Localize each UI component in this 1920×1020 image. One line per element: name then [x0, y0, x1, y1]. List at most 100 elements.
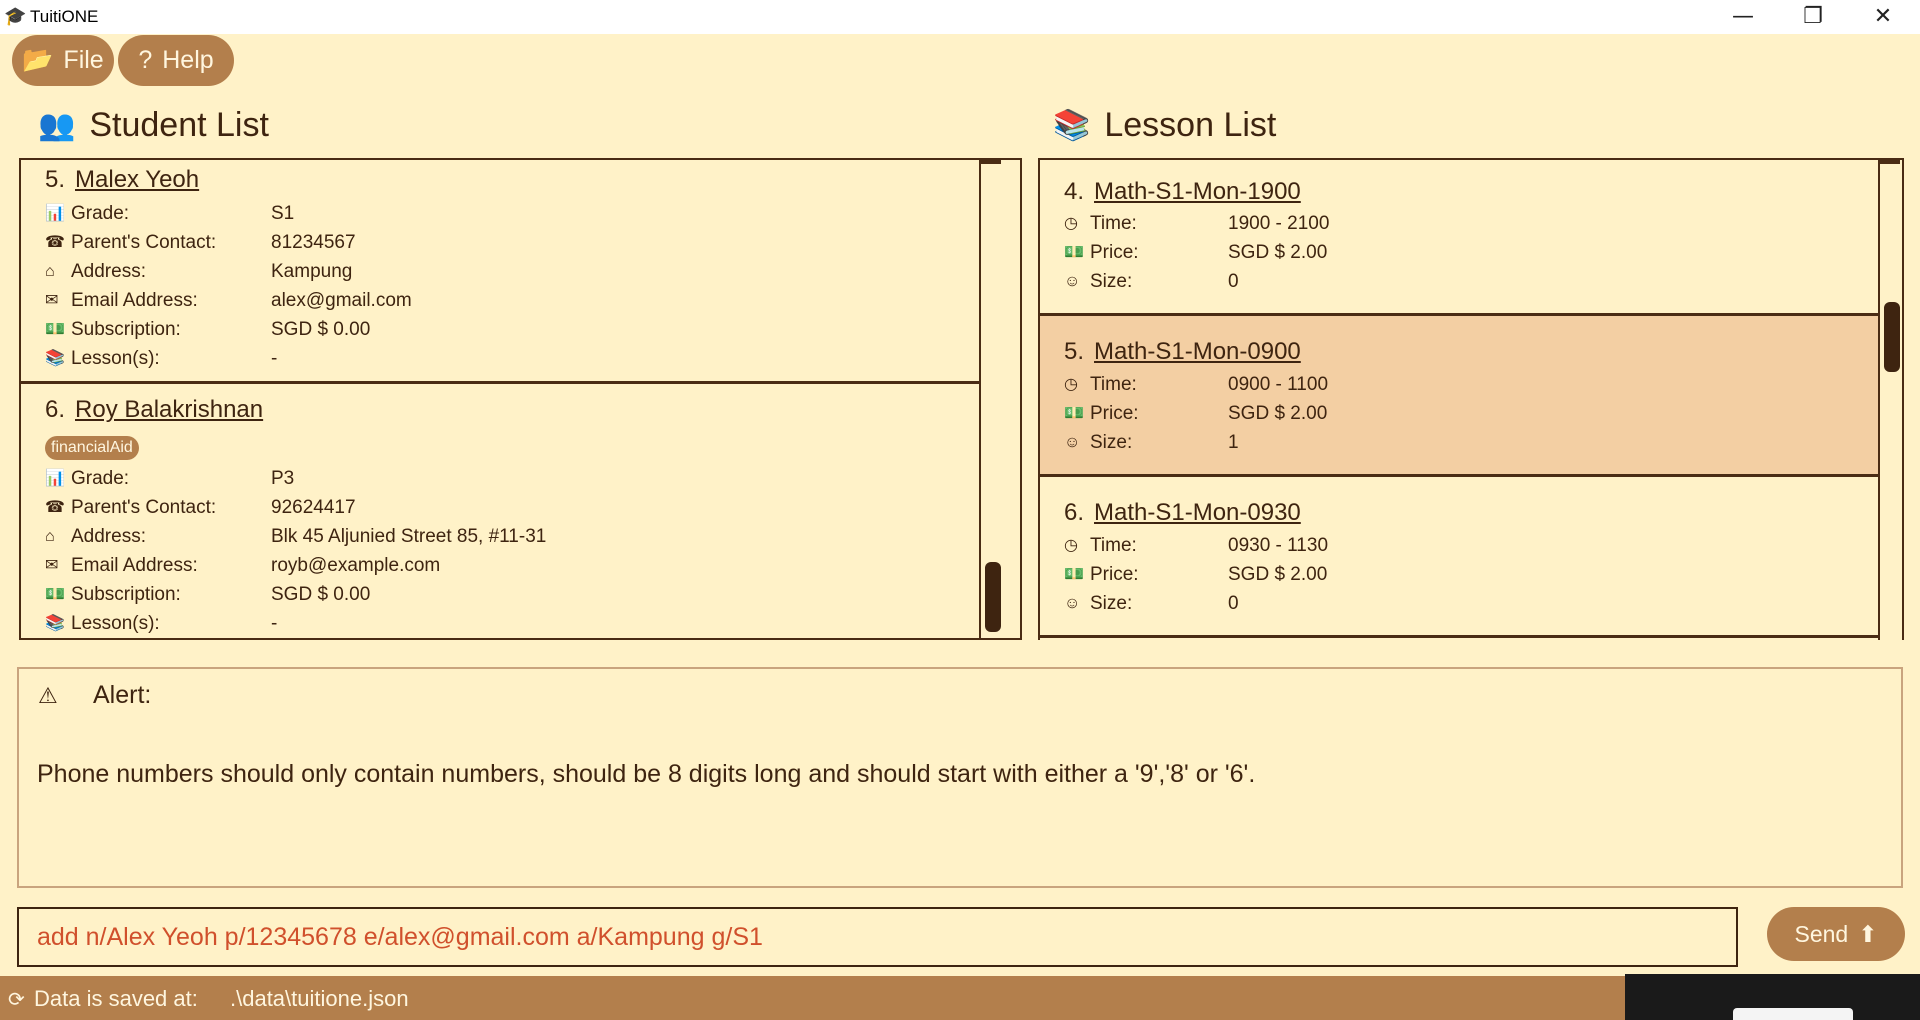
money-icon: 💵 — [45, 321, 65, 338]
clock-icon: ◷ — [1064, 537, 1078, 554]
lesson-size-row: ☺ Size: 1 — [1064, 431, 1239, 455]
lesson-price-row: 💵 Price: SGD $ 2.00 — [1064, 563, 1327, 587]
command-box[interactable]: add n/Alex Yeoh p/12345678 e/alex@gmail.… — [17, 907, 1738, 967]
lesson-name: Math-S1-Mon-0900 — [1094, 338, 1301, 365]
book-icon: 📚 — [45, 350, 65, 367]
price-label: Price: — [1090, 242, 1139, 263]
lesson-list-title: Lesson List — [1104, 106, 1277, 144]
price-label: Price: — [1090, 403, 1139, 424]
send-label: Send — [1794, 920, 1849, 947]
lesson-card-selected[interactable]: 5. Math-S1-Mon-0900 ◷ Time: 0900 - 1100 💵 Pr… — [1040, 316, 1878, 477]
student-list-scroll-thumb[interactable] — [985, 562, 1001, 632]
lessons-label: Lesson(s): — [71, 613, 160, 634]
book-icon: 📚 — [45, 615, 65, 632]
window-title: TuitiONE — [30, 7, 99, 26]
student-list-panel[interactable]: 5. Malex Yeoh 📊 Grade: S1 ☎ Parent's Contact… — [19, 158, 1022, 640]
arrow-up-icon: ⬆ — [1858, 920, 1878, 947]
lesson-card[interactable]: 6. Math-S1-Mon-0930 ◷ Time: 0930 - 1130 💵 Pr… — [1040, 477, 1878, 638]
lesson-list-scroll-thumb[interactable] — [1884, 302, 1900, 372]
subscription-value: SGD $ 0.00 — [271, 319, 371, 340]
lesson-list-scrollbar[interactable] — [1878, 160, 1900, 640]
grade-icon: 📊 — [45, 470, 65, 487]
money-icon: 💵 — [1064, 405, 1084, 422]
restore-button[interactable]: ❐ — [1778, 0, 1848, 34]
money-icon: 💵 — [1064, 244, 1084, 261]
time-value: 1900 - 2100 — [1228, 213, 1330, 234]
student-lessons-row: 📚 Lesson(s): - — [45, 347, 277, 371]
size-value: 1 — [1228, 432, 1239, 453]
status-label: Data is saved at: — [34, 986, 198, 1011]
email-icon: ✉ — [45, 557, 59, 574]
price-value: SGD $ 2.00 — [1228, 242, 1328, 263]
smiley-icon: ☺ — [1064, 434, 1081, 451]
money-icon: 💵 — [45, 586, 65, 603]
email-value: royb@example.com — [271, 555, 441, 576]
student-card[interactable]: 5. Malex Yeoh 📊 Grade: S1 ☎ Parent's Contact… — [21, 160, 979, 384]
contact-label: Parent's Contact: — [71, 497, 217, 518]
clock-icon: ◷ — [1064, 376, 1078, 393]
student-subscription-row: 💵 Subscription: SGD $ 0.00 — [45, 318, 370, 342]
lesson-time-row: ◷ Time: 0900 - 1100 — [1064, 373, 1328, 397]
lesson-time-row: ◷ Time: 0930 - 1130 — [1064, 534, 1328, 558]
student-address-row: ⌂ Address: Kampung — [45, 260, 352, 284]
address-label: Address: — [71, 261, 146, 282]
grade-label: Grade: — [71, 203, 130, 224]
size-label: Size: — [1090, 593, 1133, 614]
home-icon: ⌂ — [45, 263, 55, 280]
money-icon: 💵 — [1064, 566, 1084, 583]
student-name: Malex Yeoh — [75, 166, 200, 193]
time-label: Time: — [1090, 535, 1137, 556]
lesson-card-title: 4. Math-S1-Mon-1900 — [1064, 178, 1301, 206]
lesson-size-row: ☺ Size: 0 — [1064, 270, 1239, 294]
address-value: Kampung — [271, 261, 353, 282]
grade-label: Grade: — [71, 468, 130, 489]
lesson-name: Math-S1-Mon-0930 — [1094, 499, 1301, 526]
lesson-list-panel[interactable]: 4. Math-S1-Mon-1900 ◷ Time: 1900 - 2100 💵 Pr… — [1038, 158, 1904, 640]
subscription-value: SGD $ 0.00 — [271, 584, 371, 605]
time-value: 0930 - 1130 — [1228, 535, 1329, 556]
lesson-index: 5. — [1064, 338, 1085, 365]
phone-icon: ☎ — [45, 234, 65, 251]
student-email-row: ✉ Email Address: alex@gmail.com — [45, 289, 412, 313]
lesson-price-row: 💵 Price: SGD $ 2.00 — [1064, 402, 1327, 426]
folder-icon: 📂 — [22, 46, 54, 74]
lesson-card[interactable]: 4. Math-S1-Mon-1900 ◷ Time: 1900 - 2100 💵 Pr… — [1040, 160, 1878, 316]
student-lessons-row: 📚 Lesson(s): - — [45, 612, 277, 636]
student-card[interactable]: 6. Roy Balakrishnan financialAid 📊 Grade: P… — [21, 384, 979, 638]
student-name: Roy Balakrishnan — [75, 396, 264, 423]
lessons-value: - — [271, 348, 278, 369]
warning-icon: ⚠ — [38, 684, 58, 709]
lessons-value: - — [271, 613, 278, 634]
file-menu-label: File — [63, 46, 104, 74]
question-icon: ? — [138, 46, 153, 74]
lesson-name: Math-S1-Mon-1900 — [1094, 178, 1301, 205]
smiley-icon: ☺ — [1064, 595, 1081, 612]
overlay-thumbnail-inner — [1733, 1008, 1853, 1020]
contact-value: 81234567 — [271, 232, 356, 253]
time-label: Time: — [1090, 374, 1137, 395]
student-contact-row: ☎ Parent's Contact: 92624417 — [45, 496, 356, 520]
students-icon: 👥 — [38, 109, 76, 142]
size-value: 0 — [1228, 593, 1239, 614]
books-icon: 📚 — [1053, 109, 1091, 142]
command-input[interactable]: add n/Alex Yeoh p/12345678 e/alex@gmail.… — [37, 909, 763, 965]
email-value: alex@gmail.com — [271, 290, 412, 311]
minimize-button[interactable]: — — [1708, 0, 1778, 34]
price-value: SGD $ 2.00 — [1228, 564, 1328, 585]
close-button[interactable]: ✕ — [1848, 0, 1918, 34]
student-address-row: ⌂ Address: Blk 45 Aljunied Street 85, #11-… — [45, 525, 546, 549]
contact-value: 92624417 — [271, 497, 356, 518]
send-button[interactable]: Send ⬆ — [1767, 907, 1905, 961]
student-card-title: 6. Roy Balakrishnan — [45, 396, 263, 424]
title-bar — [0, 0, 1920, 34]
phone-icon: ☎ — [45, 499, 65, 516]
student-list-header: 👥 Student List — [38, 106, 269, 145]
help-menu-button[interactable]: ? Help — [118, 35, 234, 86]
email-icon: ✉ — [45, 292, 59, 309]
file-menu-button[interactable]: 📂 File — [12, 35, 114, 86]
lesson-list-header: 📚 Lesson List — [1053, 106, 1276, 145]
lesson-price-row: 💵 Price: SGD $ 2.00 — [1064, 241, 1327, 265]
lesson-index: 4. — [1064, 178, 1085, 205]
student-tag: financialAid — [45, 436, 139, 460]
time-label: Time: — [1090, 213, 1137, 234]
